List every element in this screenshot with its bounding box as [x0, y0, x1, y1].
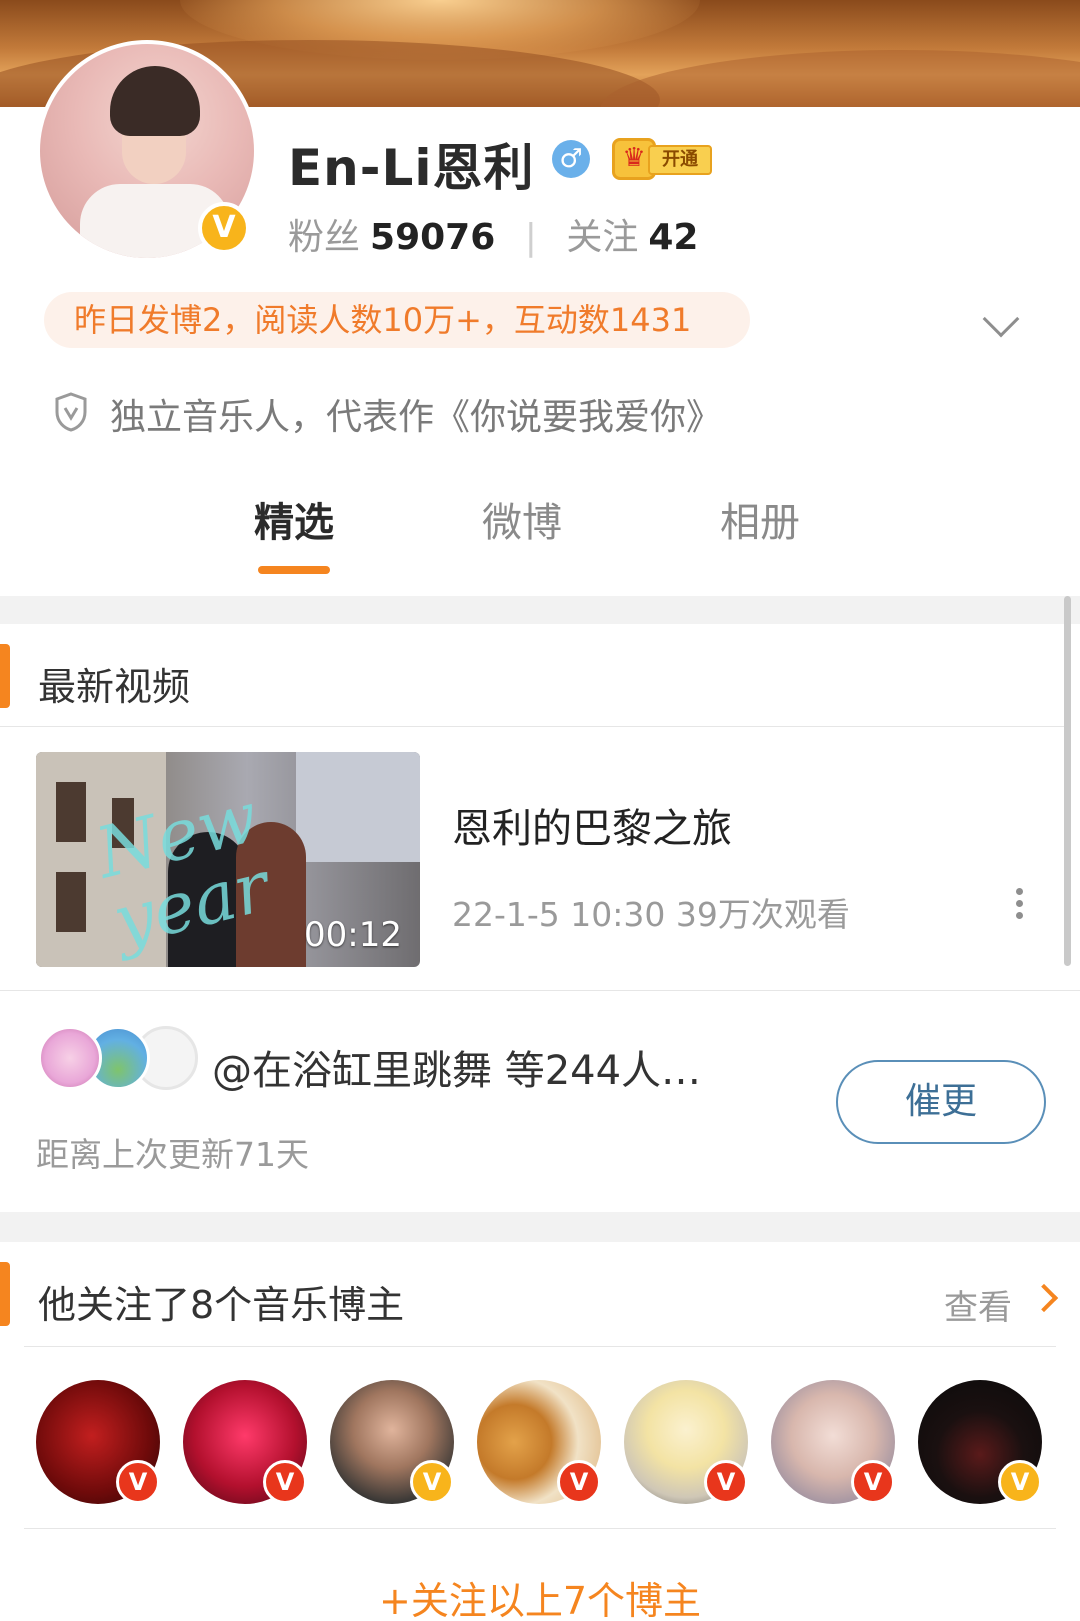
divider: [24, 1528, 1056, 1529]
section-accent-bar: [0, 1262, 10, 1326]
music-bloggers-section-title: 他关注了8个音乐博主: [38, 1283, 405, 1327]
last-update-text: 距离上次更新71天: [36, 1135, 309, 1174]
verified-v-icon: V: [557, 1460, 601, 1504]
shield-verified-icon: [55, 392, 87, 432]
urge-update-button[interactable]: 催更: [836, 1060, 1046, 1144]
stats-separator: |: [524, 217, 537, 258]
profile-stats: 粉丝 59076 | 关注 42: [288, 208, 698, 260]
video-duration: 00:12: [304, 915, 402, 955]
view-all-link[interactable]: 查看: [944, 1280, 1012, 1329]
male-gender-icon: ♂: [552, 140, 590, 178]
verified-v-icon: V: [410, 1460, 454, 1504]
tab-featured[interactable]: 精选: [214, 490, 374, 548]
chevron-down-icon[interactable]: [982, 300, 1020, 338]
video-thumbnail[interactable]: New year 00:12: [36, 752, 420, 967]
more-options-icon[interactable]: [1016, 888, 1026, 924]
profile-name: En-Li恩利: [288, 139, 535, 197]
avatar-hair: [110, 66, 200, 136]
followers-label: 粉丝: [288, 217, 361, 258]
divider: [0, 726, 1064, 727]
verified-v-icon: V: [998, 1460, 1042, 1504]
banner-dune: [600, 50, 1080, 107]
thumb-window: [56, 872, 86, 932]
profile-bio: 独立音乐人，代表作《你说要我爱你》: [110, 397, 723, 438]
tab-album[interactable]: 相册: [680, 490, 840, 548]
divider: [24, 1346, 1056, 1347]
followers-stat[interactable]: 粉丝 59076: [288, 217, 507, 258]
fan-avatar[interactable]: [38, 1026, 102, 1090]
verified-v-icon: V: [116, 1460, 160, 1504]
vip-open-button[interactable]: ♛ 开通: [612, 138, 712, 180]
section-gap: [0, 1212, 1080, 1242]
verified-v-icon: V: [198, 202, 250, 254]
chevron-right-icon[interactable]: [1029, 1283, 1059, 1313]
section-gap: [0, 596, 1080, 624]
daily-summary-pill[interactable]: 昨日发博2，阅读人数10万+，互动数1431: [44, 292, 750, 348]
verified-v-icon: V: [704, 1460, 748, 1504]
verified-v-icon: V: [263, 1460, 307, 1504]
following-label: 关注: [566, 217, 639, 258]
vip-open-label: 开通: [648, 145, 712, 175]
video-title[interactable]: 恩利的巴黎之旅: [452, 796, 732, 854]
video-meta: 22-1-5 10:30 39万次观看: [452, 895, 850, 934]
following-count: 42: [648, 217, 699, 258]
verified-v-icon: V: [851, 1460, 895, 1504]
divider: [0, 990, 1080, 991]
profile-tabs: 精选 微博 相册: [0, 490, 1080, 570]
urge-fans-text[interactable]: @在浴缸里跳舞 等244人…: [212, 1038, 701, 1096]
thumb-window: [56, 782, 86, 842]
active-tab-indicator: [258, 566, 330, 574]
latest-video-section-title: 最新视频: [38, 665, 191, 709]
tab-weibo[interactable]: 微博: [442, 490, 602, 548]
followers-count: 59076: [370, 217, 496, 258]
following-stat[interactable]: 关注 42: [566, 217, 698, 258]
follow-all-bloggers-button[interactable]: +关注以上7个博主: [0, 1570, 1080, 1621]
section-accent-bar: [0, 644, 10, 708]
scrollbar[interactable]: [1064, 596, 1071, 966]
